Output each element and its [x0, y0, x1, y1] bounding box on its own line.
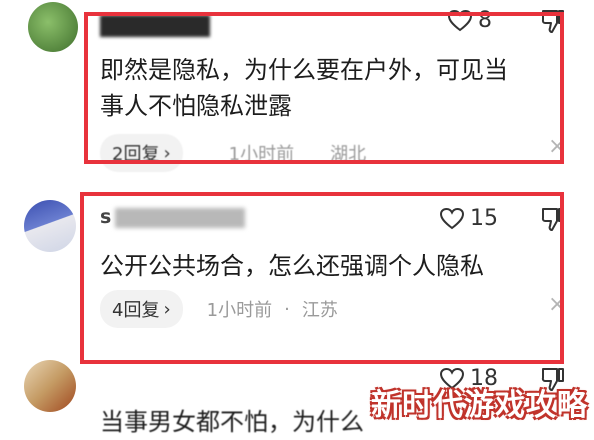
- comment-text-line: 当事男女都不怕，为什么: [100, 408, 364, 436]
- avatar[interactable]: [28, 2, 78, 52]
- avatar[interactable]: [24, 200, 76, 252]
- watermark: 新时代游戏攻略: [371, 388, 588, 423]
- avatar[interactable]: [24, 360, 76, 412]
- highlight-box: [80, 192, 564, 364]
- highlight-box: [84, 12, 564, 164]
- comment-text: 当事男女都不怕，为什么: [100, 404, 364, 440]
